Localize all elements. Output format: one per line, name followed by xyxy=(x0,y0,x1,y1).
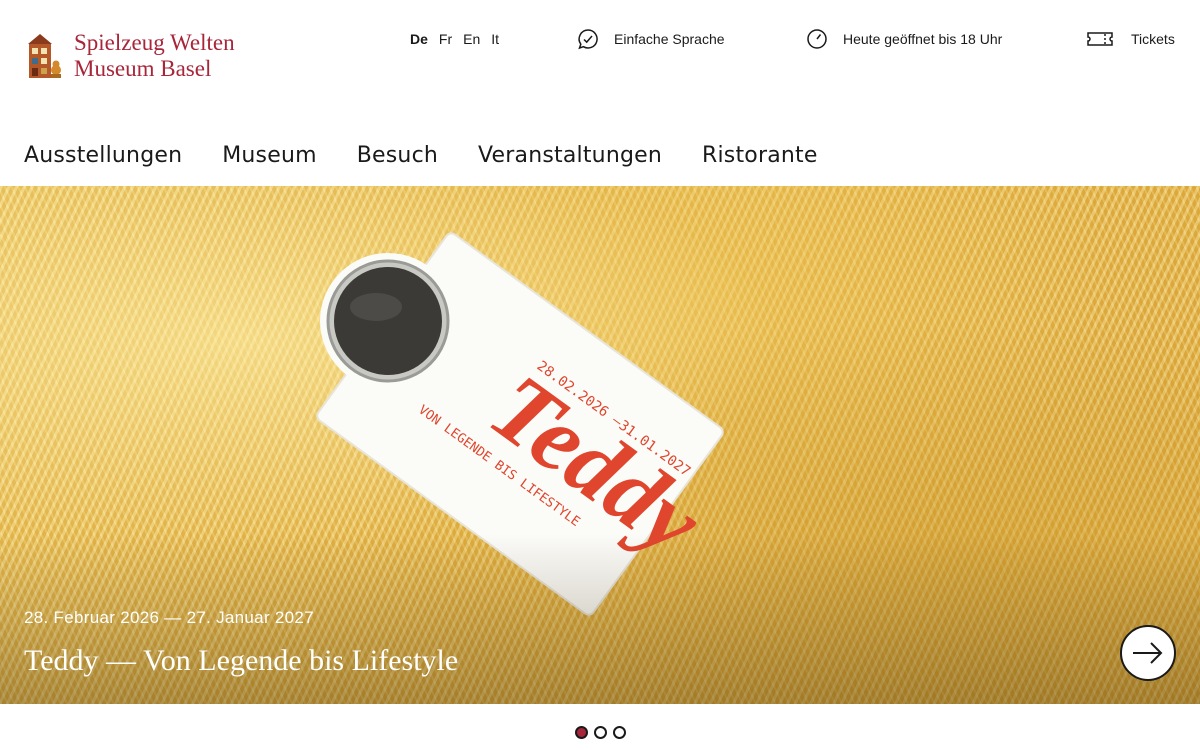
speech-bubble-check-icon xyxy=(576,27,600,51)
nav-museum[interactable]: Museum xyxy=(222,143,317,168)
tickets-label: Tickets xyxy=(1131,31,1175,47)
opening-hours-label: Heute geöffnet bis 18 Uhr xyxy=(843,31,1003,47)
nav-ausstellungen[interactable]: Ausstellungen xyxy=(24,143,182,168)
hero-banner[interactable]: Teddy 28.02.2026 –31.01.2027 VON LEGENDE… xyxy=(0,186,1200,704)
carousel-dot-3[interactable] xyxy=(613,726,626,739)
carousel-pagination xyxy=(575,726,626,739)
nav-ristorante[interactable]: Ristorante xyxy=(702,143,818,168)
main-navigation: Ausstellungen Museum Besuch Veranstaltun… xyxy=(24,143,818,168)
exhibition-dates: 28. Februar 2026 — 27. Januar 2027 xyxy=(24,608,314,627)
dollhouse-logo-icon xyxy=(24,30,64,82)
ticket-icon xyxy=(1086,27,1114,51)
carousel-dot-1[interactable] xyxy=(575,726,588,739)
language-switcher: De Fr En It xyxy=(410,31,499,47)
lang-de[interactable]: De xyxy=(410,31,428,47)
lang-it[interactable]: It xyxy=(491,31,499,47)
clock-icon xyxy=(805,27,829,51)
logo-line-2: Museum Basel xyxy=(74,56,212,81)
lang-fr[interactable]: Fr xyxy=(439,31,452,47)
nav-veranstaltungen[interactable]: Veranstaltungen xyxy=(478,143,662,168)
carousel-dot-2[interactable] xyxy=(594,726,607,739)
next-slide-button[interactable] xyxy=(1120,625,1176,681)
museum-logo[interactable]: Spielzeug Welten Museum Basel xyxy=(24,30,235,82)
opening-hours-link[interactable]: Heute geöffnet bis 18 Uhr xyxy=(805,27,1002,51)
easy-language-label: Einfache Sprache xyxy=(614,31,725,47)
exhibition-title[interactable]: Teddy — Von Legende bis Lifestyle xyxy=(24,644,458,678)
logo-line-1: Spielzeug Welten xyxy=(74,30,235,55)
lang-en[interactable]: En xyxy=(463,31,480,47)
tickets-link[interactable]: Tickets xyxy=(1086,27,1175,51)
nav-besuch[interactable]: Besuch xyxy=(357,143,438,168)
arrow-right-icon xyxy=(1133,642,1163,664)
easy-language-link[interactable]: Einfache Sprache xyxy=(576,27,725,51)
